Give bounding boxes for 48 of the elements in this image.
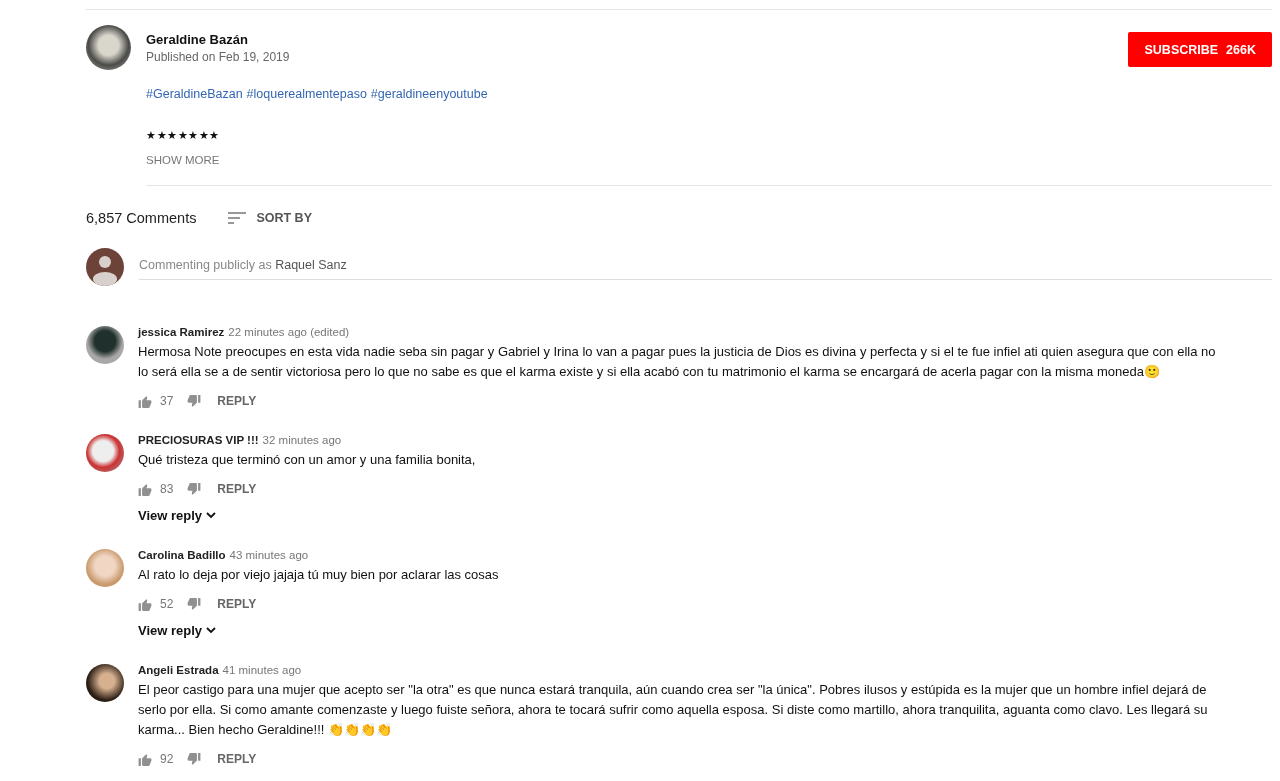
like-count: 52 [160, 597, 174, 611]
channel-name[interactable]: Geraldine Bazán [146, 32, 1129, 47]
comment-time[interactable]: 41 minutes ago [222, 664, 302, 676]
comment-author[interactable]: PRECIOSURAS VIP !!! [138, 434, 259, 446]
comment-time[interactable]: 32 minutes ago [262, 434, 342, 446]
comment-text: Hermosa Note preocupes en esta vida nadie seba sin pagar y Gabriel y Irina lo van a pagar pues la justicia de Dios es divina y perfecta y si el te fue infiel ati quien asegura que con ella no lo será ella se a de sentir victoriosa pero lo que no sabe es que el karma existe y si ella acabó con tu matrimonio el karma se encargará de acerla pagar con la misma moneda🙂 [138, 343, 1217, 381]
comment-text: Qué tristeza que terminó con un amor y una familia bonita, [138, 451, 476, 469]
reply-button[interactable]: REPLY [217, 752, 257, 766]
description-text: ★★★★★★★ [146, 129, 221, 142]
comment-time[interactable]: 22 minutes ago (edited) [228, 326, 350, 338]
thumbs-up-icon[interactable] [138, 752, 152, 766]
like-count: 37 [160, 394, 174, 408]
view-reply-button[interactable]: View reply [138, 623, 217, 638]
sort-button[interactable]: SORT BY [228, 211, 312, 225]
chevron-down-icon [206, 512, 217, 519]
hashtag-link[interactable]: #geraldineenyoutube [370, 87, 488, 101]
view-reply-button[interactable]: View reply [138, 508, 217, 523]
thumbs-up-icon[interactable] [138, 394, 152, 408]
thumbs-down-icon[interactable] [187, 394, 202, 408]
commenter-avatar[interactable] [86, 326, 124, 364]
comment-time[interactable]: 43 minutes ago [229, 549, 309, 561]
reply-button[interactable]: REPLY [217, 482, 257, 496]
hashtag-link[interactable]: #GeraldineBazan [146, 87, 243, 101]
thumbs-down-icon[interactable] [187, 597, 202, 611]
reply-button[interactable]: REPLY [217, 394, 257, 408]
thumbs-up-icon[interactable] [138, 482, 152, 496]
comment-text: El peor castigo para una mujer que acepto ser "la otra" es que nunca estará tranquila, aún cuando crea ser "la única". Pobres ilusos y estúpida es la mujer que un hombre infiel dejará de serlo por ella. Si como amante comenzaste y luego fuiste señora, ahora te tocará sufrir como aquella esposa. Si diste como martillo, ahora tranquilita, aguanta como clavo. Les llegará su karma... Bien hecho Geraldine!!! 👏👏👏👏 [138, 681, 1209, 739]
subscribe-button[interactable]: SUBSCRIBE 266K [1128, 32, 1272, 67]
user-avatar [86, 248, 124, 286]
comment-author[interactable]: Carolina Badillo [138, 549, 226, 561]
thumbs-down-icon[interactable] [187, 752, 202, 766]
comment-input-field[interactable]: Commenting publicly as Raquel Sanz [139, 254, 1272, 280]
sort-icon [228, 212, 247, 224]
comment-author[interactable]: Angeli Estrada [138, 664, 219, 676]
thumbs-up-icon[interactable] [138, 597, 152, 611]
reply-button[interactable]: REPLY [217, 597, 257, 611]
comment-text: Al rato lo deja por viejo jajaja tú muy bien por aclarar las cosas [138, 566, 499, 584]
like-count: 83 [160, 482, 174, 496]
commenter-avatar[interactable] [86, 664, 124, 702]
hashtag-link[interactable]: #loquerealmentepaso [246, 87, 367, 101]
like-count: 92 [160, 752, 174, 766]
publish-date: Published on Feb 19, 2019 [146, 50, 291, 64]
channel-avatar[interactable] [86, 25, 131, 70]
comment-author[interactable]: jessica Ramirez [138, 326, 225, 338]
comment-count: 6,857 Comments [86, 210, 197, 226]
show-more-button[interactable]: SHOW MORE [146, 154, 1272, 166]
thumbs-down-icon[interactable] [187, 482, 202, 496]
chevron-down-icon [206, 627, 217, 634]
